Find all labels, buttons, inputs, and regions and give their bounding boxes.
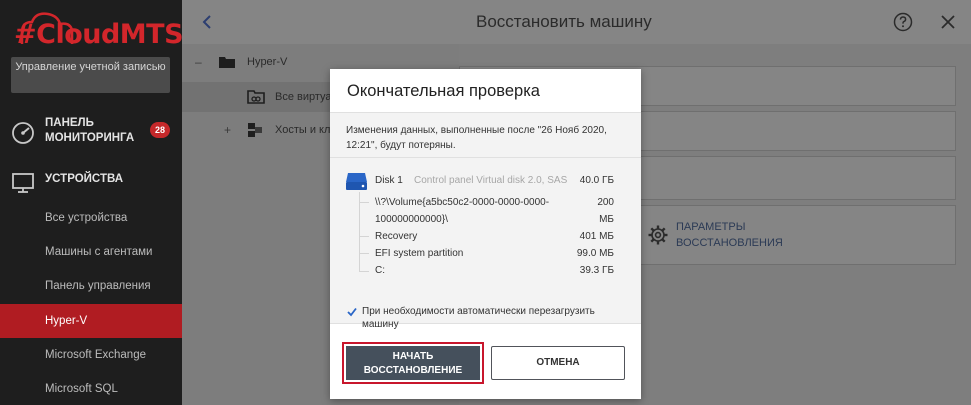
start-button-highlight: НАЧАТЬ ВОССТАНОВЛЕНИЕ — [342, 342, 484, 384]
brand-name: #CloudMTS — [14, 19, 184, 50]
partition-size: 401 МБ — [579, 231, 614, 242]
sidebar-item-microsoft-sql[interactable]: Microsoft SQL — [0, 372, 182, 405]
partition-tree-tick — [359, 202, 369, 203]
start-recovery-button[interactable]: НАЧАТЬ ВОССТАНОВЛЕНИЕ — [346, 346, 480, 380]
folder-icon — [219, 57, 235, 68]
partition-name: C: — [375, 265, 385, 276]
partition-tree-tick — [359, 253, 369, 254]
sidebar-item-control-panel[interactable]: Панель управления — [0, 269, 182, 303]
partition-size: МБ — [599, 214, 614, 225]
auto-reboot-label[interactable]: При необходимости автоматически перезагр… — [362, 305, 627, 331]
sidebar-item-microsoft-exchange[interactable]: Microsoft Exchange — [0, 338, 182, 372]
divider — [330, 157, 641, 158]
cancel-button[interactable]: ОТМЕНА — [491, 346, 625, 380]
sidebar-item-agent-machines[interactable]: Машины с агентами — [0, 235, 182, 269]
disk-drive-icon — [346, 173, 367, 190]
sidebar-item-all-devices[interactable]: Все устройства — [0, 201, 182, 235]
partition-tree-line — [359, 192, 360, 272]
reboot-checkbox-check-icon[interactable] — [347, 307, 357, 317]
cluster-icon — [248, 123, 262, 137]
partition-name: EFI system partition — [375, 248, 464, 259]
nav-monitoring-label: ПАНЕЛЬ МОНИТОРИНГА — [45, 117, 135, 144]
tree-collapse-toggle[interactable]: – — [195, 47, 205, 77]
disk-description: Control panel Virtual disk 2.0, SAS — [414, 175, 568, 186]
tree-node-label: Hyper-V — [247, 56, 288, 68]
partition-name: Recovery — [375, 231, 418, 242]
nav-monitoring[interactable]: ПАНЕЛЬ МОНИТОРИНГА 28 — [0, 110, 182, 154]
dialog-body: Изменения данных, выполненные после "26 … — [330, 112, 641, 324]
tree-node-label: Хосты и кл — [275, 124, 331, 136]
partition-size: 39.3 ГБ — [579, 265, 614, 276]
sidebar-item-hyper-v[interactable]: Hyper-V — [0, 304, 182, 338]
partition-tree-tick — [359, 271, 369, 272]
dialog-title: Окончательная проверка — [347, 82, 540, 100]
tree-node-label: Все виртуа — [275, 91, 332, 103]
recovery-params-link[interactable]: ПАРАМЕТРЫ ВОССТАНОВЛЕНИЯ — [676, 219, 786, 251]
help-icon[interactable] — [893, 12, 913, 32]
partition-size: 200 — [597, 197, 614, 208]
tree-header — [182, 0, 459, 44]
disk-size: 40.0 ГБ — [579, 175, 614, 186]
nav-devices-label: УСТРОЙСТВА — [45, 173, 124, 185]
partition-size: 99.0 МБ — [576, 248, 614, 259]
data-loss-warning: Изменения данных, выполненные после "26 … — [346, 125, 607, 151]
vm-group-icon — [247, 90, 265, 104]
disk-name: Disk 1 — [375, 175, 403, 186]
panel-header: Восстановить машину — [459, 0, 971, 44]
monitor-icon — [12, 173, 34, 193]
sidebar: #CloudMTS Управление учетной записью ПАН… — [0, 0, 184, 405]
tree-expand-toggle[interactable]: + — [224, 115, 234, 145]
dashboard-gauge-icon — [12, 122, 34, 144]
partition-name: \\?\Volume{a5bc50c2-0000-0000-0000- — [375, 197, 550, 208]
partition-tree-tick — [359, 236, 369, 237]
chevron-left-icon[interactable] — [200, 14, 214, 30]
nav-devices[interactable]: УСТРОЙСТВА — [0, 160, 182, 204]
panel-title: Восстановить машину — [476, 12, 652, 31]
close-icon[interactable] — [940, 14, 956, 30]
partition-name: 100000000000}\ — [375, 214, 448, 225]
alerts-count-badge: 28 — [150, 122, 170, 138]
gear-icon — [648, 225, 668, 245]
account-management-button[interactable]: Управление учетной записью — [11, 57, 170, 93]
final-check-dialog: Окончательная проверка Изменения данных,… — [330, 69, 641, 399]
cloudmts-logo[interactable]: #CloudMTS — [12, 10, 184, 50]
